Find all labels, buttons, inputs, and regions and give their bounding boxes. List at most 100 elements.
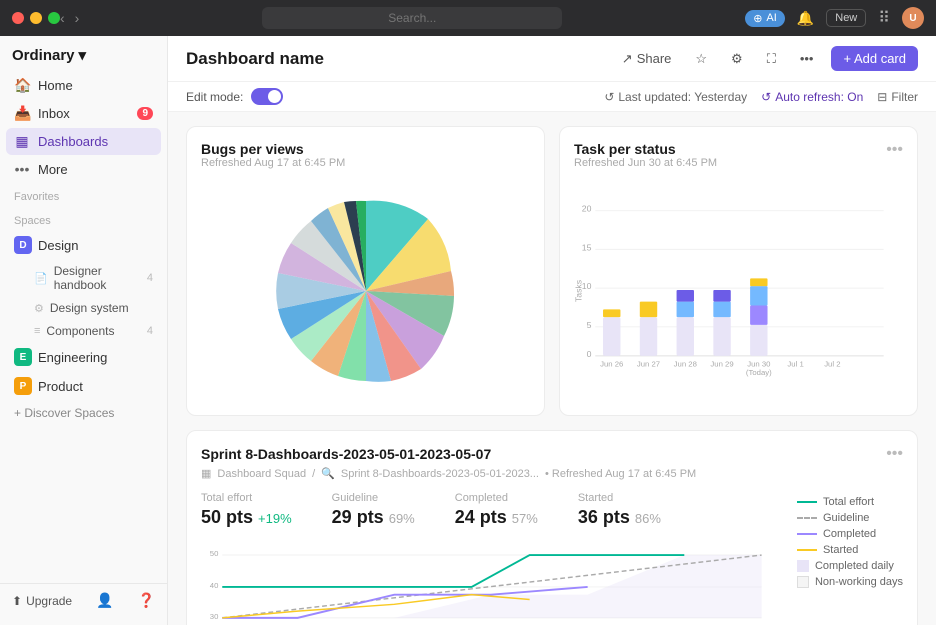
- legend-color-completed: [797, 533, 817, 535]
- bugs-card-header: Bugs per views Refreshed Aug 17 at 6:45 …: [201, 141, 530, 179]
- sidebar-item-home[interactable]: 🏠 Home: [6, 72, 161, 99]
- profile-icon[interactable]: 👤: [96, 592, 113, 609]
- close-btn[interactable]: [12, 12, 24, 24]
- minimize-btn[interactable]: [30, 12, 42, 24]
- svg-text:Jun 30: Jun 30: [747, 359, 770, 368]
- svg-text:5: 5: [587, 320, 592, 330]
- svg-text:Jun 28: Jun 28: [674, 359, 697, 368]
- sidebar-subitem-design-system[interactable]: ⚙ Design system: [6, 297, 161, 319]
- legend-non-working: Non-working days: [797, 576, 903, 588]
- sidebar-item-inbox[interactable]: 📥 Inbox 9: [6, 100, 161, 127]
- legend-label-total: Total effort: [823, 496, 874, 508]
- sidebar-subitem-components[interactable]: ≡ Components 4: [6, 320, 161, 342]
- stat-total-label: Total effort: [201, 492, 292, 504]
- stat-started-value: 36 pts 86%: [578, 507, 661, 528]
- auto-refresh-toggle[interactable]: ↺ Auto refresh: On: [761, 90, 863, 104]
- share-button[interactable]: ↗ Share: [616, 47, 678, 71]
- stat-guideline-pts: 29 pts: [332, 507, 384, 527]
- pie-chart: [266, 191, 466, 391]
- search-input[interactable]: [262, 7, 562, 29]
- sprint-chart-svg: 50 40 30: [201, 540, 781, 625]
- help-icon[interactable]: ❓: [138, 592, 155, 609]
- svg-text:40: 40: [210, 581, 219, 590]
- dashboards-label: Dashboards: [38, 134, 108, 149]
- favorites-section: Favorites: [0, 183, 167, 207]
- more-icon: •••: [14, 161, 30, 177]
- upgrade-label: Upgrade: [26, 594, 72, 608]
- ai-badge[interactable]: ⊕ AI: [745, 10, 785, 27]
- legend-color-started: [797, 549, 817, 551]
- stat-completed-pts: 24 pts: [455, 507, 507, 527]
- settings-button[interactable]: ⚙: [725, 47, 749, 71]
- forward-icon[interactable]: ›: [75, 10, 80, 26]
- sidebar-item-more[interactable]: ••• More: [6, 156, 161, 182]
- sprint-stats-chart: Total effort 50 pts +19% Guideline 29 pt…: [201, 492, 781, 625]
- sidebar-space-engineering[interactable]: E Engineering: [6, 343, 161, 371]
- stat-completed-label: Completed: [455, 492, 538, 504]
- ai-icon: ⊕: [753, 12, 762, 25]
- task-card-subtitle: Refreshed Jun 30 at 6:45 PM: [574, 157, 717, 169]
- legend-completed-daily: Completed daily: [797, 560, 903, 572]
- breadcrumb-sep-1: /: [312, 468, 315, 480]
- sidebar: Ordinary ▾ 🏠 Home 📥 Inbox 9 ▦ Dashboards…: [0, 36, 168, 625]
- user-avatar[interactable]: U: [902, 7, 924, 29]
- sprint-card-menu[interactable]: •••: [886, 445, 903, 463]
- stat-completed-value: 24 pts 57%: [455, 507, 538, 528]
- filter-button[interactable]: ⊟ Filter: [877, 90, 918, 104]
- add-card-button[interactable]: + Add card: [831, 46, 918, 71]
- page-title: Dashboard name: [186, 49, 324, 69]
- workspace-name[interactable]: Ordinary ▾: [12, 46, 86, 64]
- task-card-menu[interactable]: •••: [886, 141, 903, 159]
- task-per-status-card: Task per status Refreshed Jun 30 at 6:45…: [559, 126, 918, 416]
- svg-text:30: 30: [210, 612, 219, 621]
- bar-chart-container: 20 15 10 5 0 Tasks: [574, 181, 903, 401]
- sprint-legend: Total effort Guideline Completed St: [797, 492, 903, 588]
- legend-started: Started: [797, 544, 903, 556]
- sidebar-space-product[interactable]: P Product: [6, 372, 161, 400]
- sidebar-item-dashboards[interactable]: ▦ Dashboards: [6, 128, 161, 155]
- last-updated: ↺ Last updated: Yesterday: [604, 90, 747, 104]
- breadcrumb-dashboard-icon: ▦: [201, 467, 211, 480]
- inbox-label: Inbox: [38, 106, 70, 121]
- sidebar-header: Ordinary ▾: [0, 36, 167, 72]
- titlebar-right: ⊕ AI 🔔 New ⠿ U: [745, 7, 924, 29]
- search-container: [262, 7, 562, 29]
- sprint-stats: Total effort 50 pts +19% Guideline 29 pt…: [201, 492, 781, 528]
- design-space-icon: D: [14, 236, 32, 254]
- edit-mode-toggle[interactable]: [251, 88, 283, 105]
- maximize-btn[interactable]: [48, 12, 60, 24]
- back-icon[interactable]: ‹: [60, 10, 65, 26]
- expand-icon: ⛶: [767, 51, 776, 67]
- discover-spaces-label: + Discover Spaces: [14, 406, 114, 420]
- bell-icon: 🔔: [797, 10, 814, 27]
- expand-button[interactable]: ⛶: [761, 47, 782, 71]
- bookmark-button[interactable]: ☆: [689, 47, 713, 71]
- inbox-badge: 9: [137, 107, 153, 120]
- main-content: Dashboard name ↗ Share ☆ ⚙ ⛶ ••• +: [168, 36, 936, 625]
- bugs-card-title: Bugs per views: [201, 141, 345, 157]
- stat-completed: Completed 24 pts 57%: [455, 492, 538, 528]
- new-button[interactable]: New: [826, 9, 866, 27]
- app-body: Ordinary ▾ 🏠 Home 📥 Inbox 9 ▦ Dashboards…: [0, 36, 936, 625]
- grid-icon[interactable]: ⠿: [878, 8, 890, 28]
- legend-color-guideline: [797, 517, 817, 519]
- components-label: Components: [46, 324, 114, 338]
- svg-text:(Today): (Today): [746, 368, 772, 377]
- home-icon: 🏠: [14, 77, 30, 94]
- stat-guideline-pct: 69%: [389, 511, 415, 526]
- upgrade-button[interactable]: ⬆ Upgrade: [12, 594, 72, 608]
- legend-completed: Completed: [797, 528, 903, 540]
- more-options-button[interactable]: •••: [794, 47, 820, 70]
- discover-spaces[interactable]: + Discover Spaces: [0, 401, 167, 425]
- workspace-name-text: Ordinary: [12, 47, 75, 64]
- sprint-line-chart: 50 40 30: [201, 540, 781, 625]
- sidebar-space-design[interactable]: D Design: [6, 231, 161, 259]
- sidebar-subitem-designer-handbook[interactable]: 📄 Designer handbook 4: [6, 260, 161, 296]
- bugs-per-views-card: Bugs per views Refreshed Aug 17 at 6:45 …: [186, 126, 545, 416]
- components-count: 4: [147, 325, 153, 337]
- stat-guideline-value: 29 pts 69%: [332, 507, 415, 528]
- stat-started-pct: 86%: [635, 511, 661, 526]
- engineering-space-icon: E: [14, 348, 32, 366]
- spaces-section: Spaces: [0, 207, 167, 231]
- legend-color-completed-daily: [797, 560, 809, 572]
